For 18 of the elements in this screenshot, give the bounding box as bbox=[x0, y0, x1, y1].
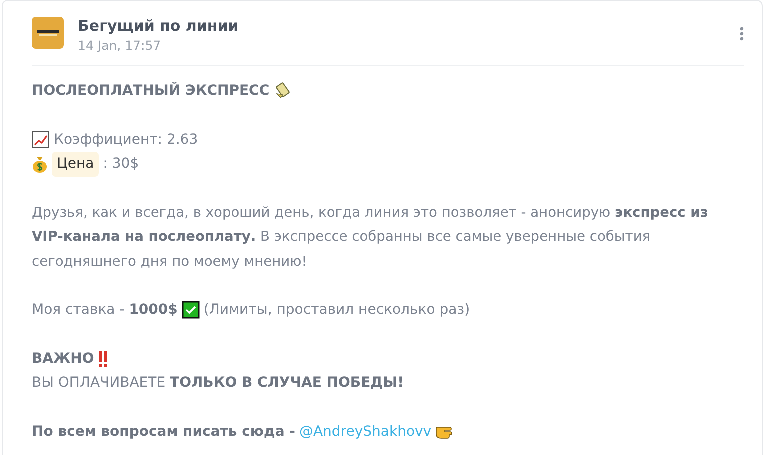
check-icon bbox=[182, 301, 200, 320]
stake-text: Моя ставка - 1000$ bbox=[32, 301, 178, 320]
odds-text: Коэффициент: 2.63 bbox=[54, 130, 198, 150]
price-label: Цена bbox=[52, 152, 100, 176]
money-bag-icon bbox=[32, 155, 48, 174]
notice-text: ВЫ ОПЛАЧИВАЕТЕ ТОЛЬКО В СЛУЧАЕ ПОБЕДЫ! bbox=[32, 374, 404, 393]
more-icon[interactable] bbox=[740, 27, 744, 41]
channel-avatar-icon bbox=[32, 17, 64, 49]
price-text: : 30$ bbox=[103, 155, 140, 174]
post-heading: ПОСЛЕОПЛАТНЫЙ ЭКСПРЕСС bbox=[32, 81, 270, 101]
contact-text: По всем вопросам писать сюда - bbox=[32, 422, 296, 442]
post-time: 14 Jan, 17:57 bbox=[78, 38, 162, 53]
channel-name[interactable]: Бегущий по линии bbox=[78, 17, 239, 35]
important-label: ВАЖНО bbox=[32, 350, 94, 368]
exclamation-icon bbox=[98, 350, 108, 368]
stake-note: (Лимиты, проставил несколько раз) bbox=[204, 301, 470, 320]
post-paragraph: Друзья, как и всегда, в хороший день, когда линия это позволяет - анонсирую экспресс из VIP-канала на послеоплату. В экспрессе собранны все самые уверенные события сегодняшнего дня по моему мнению! bbox=[32, 204, 710, 272]
chart-up-icon bbox=[32, 130, 50, 149]
